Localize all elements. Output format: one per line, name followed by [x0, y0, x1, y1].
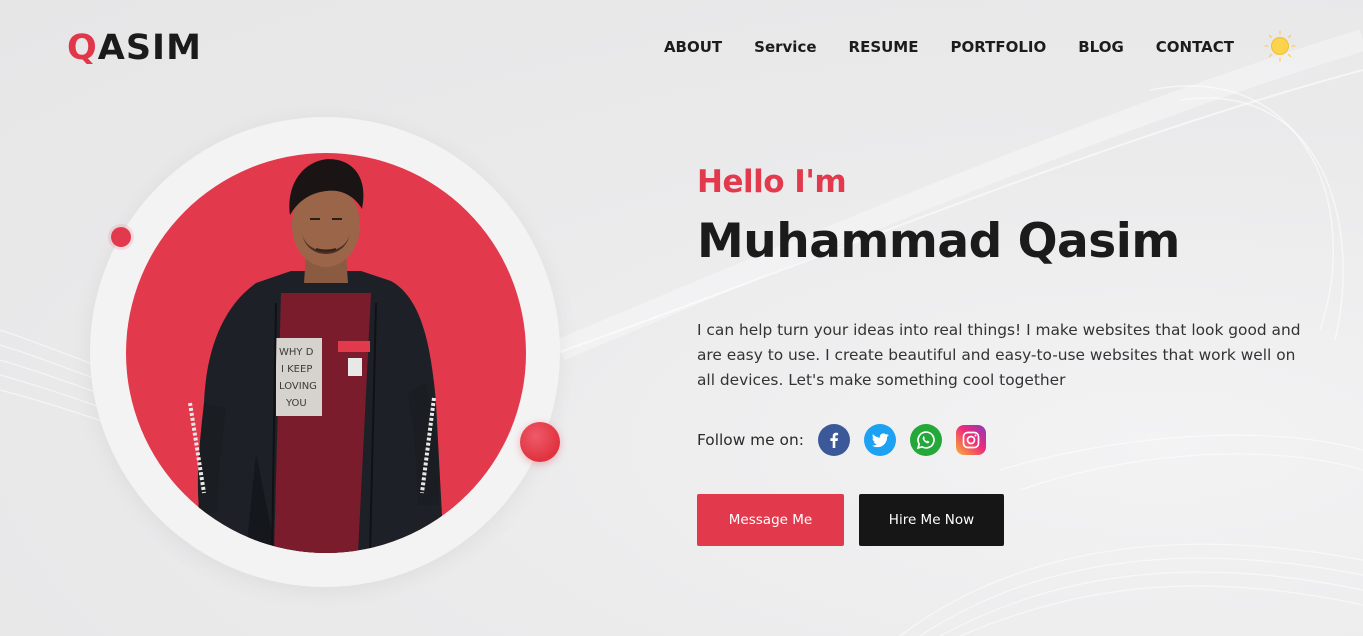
nav-contact[interactable]: CONTACT [1156, 38, 1234, 56]
theme-toggle-button[interactable] [1264, 30, 1296, 62]
whatsapp-link[interactable] [909, 424, 942, 456]
hero-greeting: Hello I'm [697, 164, 847, 200]
facebook-link[interactable] [817, 424, 850, 456]
twitter-icon [871, 433, 889, 448]
nav-blog[interactable]: BLOG [1078, 38, 1124, 56]
logo-text: ASIM [97, 28, 202, 68]
twitter-link[interactable] [863, 424, 896, 456]
hero-name: Muhammad Qasim [697, 214, 1180, 269]
nav-service[interactable]: Service [754, 38, 816, 56]
shirt-text-4: YOU [285, 398, 307, 409]
sun-icon [1264, 30, 1296, 62]
instagram-link[interactable] [955, 425, 986, 455]
hire-me-button[interactable]: Hire Me Now [859, 494, 1004, 546]
message-me-button[interactable]: Message Me [697, 494, 844, 546]
shirt-text-2: I KEEP [281, 364, 312, 375]
facebook-icon [830, 432, 838, 448]
nav-portfolio[interactable]: PORTFOLIO [950, 38, 1046, 56]
follow-label: Follow me on: [697, 431, 804, 449]
instagram-icon [962, 431, 980, 449]
social-links: Follow me on: [697, 423, 986, 457]
hero-bio: I can help turn your ideas into real thi… [697, 321, 1301, 389]
shirt-text-1: WHY D [279, 347, 314, 358]
whatsapp-icon [916, 431, 935, 450]
nav-about[interactable]: ABOUT [664, 38, 722, 56]
portfolio-page: QASIM ABOUT Service RESUME PORTFOLIO BLO… [0, 0, 1363, 636]
profile-photo: WHY D I KEEP LOVING YOU [126, 153, 526, 553]
shirt-text-3: LOVING [279, 381, 317, 392]
logo-accent-letter: Q [67, 28, 98, 68]
person-illustration: WHY D I KEEP LOVING YOU [188, 159, 444, 553]
main-nav: ABOUT Service RESUME PORTFOLIO BLOG CONT… [664, 38, 1234, 56]
nav-resume[interactable]: RESUME [849, 38, 919, 56]
decor-dot-large [520, 422, 560, 462]
site-logo[interactable]: QASIM [67, 28, 202, 68]
